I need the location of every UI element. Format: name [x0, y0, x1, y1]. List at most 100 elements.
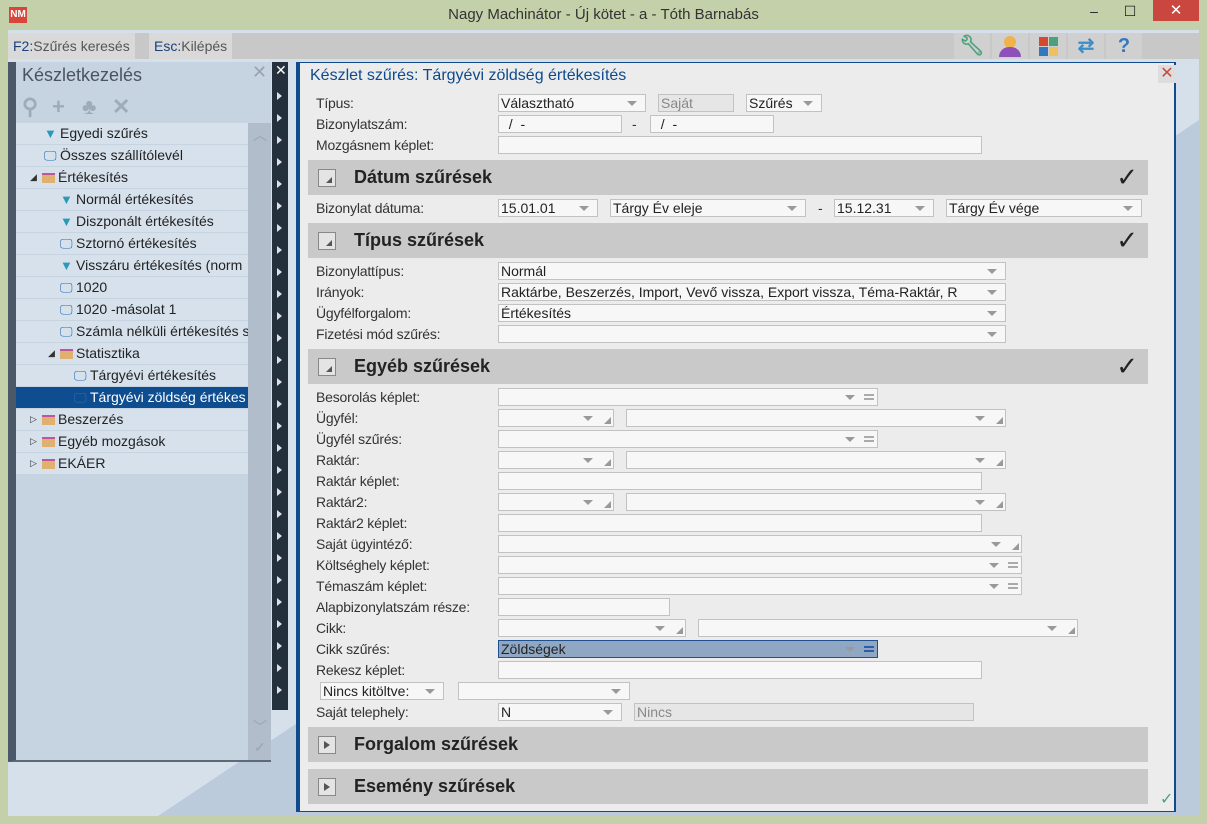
filter-mode-select[interactable]: Szűrés — [746, 94, 822, 112]
section-event-filters[interactable]: Esemény szűrések — [308, 769, 1148, 804]
type-select[interactable]: Választható — [498, 94, 646, 112]
section-type-filters[interactable]: Típus szűrések ✓ — [308, 223, 1148, 258]
tree-item[interactable]: ▼ Normál értékesítés — [16, 189, 248, 210]
expand-arrow-icon[interactable] — [277, 202, 282, 210]
check-icon[interactable]: ✓ — [1116, 162, 1138, 193]
close-icon[interactable]: ✕ — [275, 62, 287, 79]
expand-arrow-icon[interactable] — [277, 554, 282, 562]
formula-icon[interactable] — [1008, 562, 1018, 568]
close-window-button[interactable]: ✕ — [1153, 0, 1199, 21]
check-icon[interactable]: ✓ — [1116, 351, 1138, 382]
section-turnover-filters[interactable]: Forgalom szűrések — [308, 727, 1148, 762]
wrench-icon[interactable]: 🔧︎ — [954, 33, 990, 59]
expand-arrow-icon[interactable] — [277, 180, 282, 188]
formula-icon[interactable] — [864, 394, 874, 400]
expand-arrow-icon[interactable] — [277, 114, 282, 122]
warehouse2-formula-input[interactable] — [498, 514, 982, 532]
expand-arrow-icon[interactable] — [277, 400, 282, 408]
check-icon[interactable]: ✓ — [1116, 225, 1138, 256]
collapse-arrow-icon[interactable]: ◢ — [30, 167, 37, 188]
expand-arrow-icon[interactable] — [277, 686, 282, 694]
search-filter-button[interactable]: F2:Szűrés keresés — [8, 33, 135, 59]
expand-arrow-icon[interactable] — [277, 466, 282, 474]
expand-arrow-icon[interactable] — [277, 598, 282, 606]
movement-formula-input[interactable] — [498, 136, 982, 154]
expand-arrow-icon[interactable] — [277, 488, 282, 496]
expand-arrow-icon[interactable] — [277, 334, 282, 342]
formula-icon[interactable] — [1008, 583, 1018, 589]
own-site-select[interactable]: N — [498, 703, 622, 721]
collapse-toggle[interactable] — [318, 169, 336, 187]
doc-type-select[interactable]: Normál — [498, 262, 1006, 280]
expand-toggle[interactable] — [318, 736, 336, 754]
customer-name-select[interactable] — [626, 409, 1006, 427]
tree-item[interactable]: 🖵︎ 1020 -másolat 1 — [16, 299, 248, 320]
tree-scrollbar[interactable]: ︿ ﹀ ✓ — [248, 123, 271, 760]
tree-item[interactable]: ▷ EKÁER — [16, 453, 248, 474]
expand-arrow-icon[interactable] — [277, 224, 282, 232]
warehouse2-code-select[interactable] — [498, 493, 614, 511]
tree-icon[interactable]: ♣ — [82, 94, 96, 120]
expand-arrow-icon[interactable] — [277, 290, 282, 298]
date-to-relative-select[interactable]: Tárgy Év vége — [946, 199, 1142, 217]
crate-formula-input[interactable] — [498, 661, 982, 679]
expand-arrow-icon[interactable]: ▷ — [30, 453, 37, 474]
expand-arrow-icon[interactable] — [277, 510, 282, 518]
sidebar-close-button[interactable]: ✕ — [252, 62, 267, 83]
warehouse-code-select[interactable] — [498, 451, 614, 469]
collapse-toggle[interactable] — [318, 232, 336, 250]
customer-traffic-select[interactable]: Értékesítés — [498, 304, 1006, 322]
base-doc-number-input[interactable] — [498, 598, 670, 616]
expand-arrow-icon[interactable]: ▷ — [30, 431, 37, 452]
doc-number-from[interactable]: / - — [498, 115, 622, 133]
ok-check-icon[interactable]: ✓ — [1160, 789, 1173, 809]
expand-arrow-icon[interactable] — [277, 576, 282, 584]
expand-arrow-icon[interactable] — [277, 642, 282, 650]
empty-field-target-select[interactable] — [458, 682, 630, 700]
expand-arrow-icon[interactable] — [277, 158, 282, 166]
expand-arrow-icon[interactable] — [277, 268, 282, 276]
customer-filter-select[interactable] — [498, 430, 878, 448]
search-icon[interactable]: ⚲ — [22, 94, 38, 120]
expand-arrow-icon[interactable] — [277, 356, 282, 364]
help-icon[interactable]: ? — [1106, 33, 1142, 59]
item-code-select[interactable] — [498, 619, 686, 637]
cost-center-formula-select[interactable] — [498, 556, 1022, 574]
add-icon[interactable]: + — [52, 94, 65, 120]
expand-arrow-icon[interactable] — [277, 620, 282, 628]
topic-number-formula-select[interactable] — [498, 577, 1022, 595]
expand-arrow-icon[interactable] — [277, 312, 282, 320]
payment-filter-select[interactable] — [498, 325, 1006, 343]
section-date-filters[interactable]: Dátum szűrések ✓ — [308, 160, 1148, 195]
warehouse-formula-input[interactable] — [498, 472, 982, 490]
collapse-arrow-icon[interactable]: ◢ — [48, 343, 55, 364]
item-name-select[interactable] — [698, 619, 1078, 637]
tree-item[interactable]: ◢ Értékesítés — [16, 167, 248, 188]
warehouse2-name-select[interactable] — [626, 493, 1006, 511]
classification-formula-select[interactable] — [498, 388, 878, 406]
maximize-button[interactable]: ☐ — [1113, 0, 1147, 22]
customer-code-select[interactable] — [498, 409, 614, 427]
tree-item[interactable]: 🖵︎ Tárgyévi értékesítés — [16, 365, 248, 386]
date-from-input[interactable]: 15.01.01 — [498, 199, 598, 217]
tree-item[interactable]: ▷ Egyéb mozgások — [16, 431, 248, 452]
collapse-toggle[interactable] — [318, 358, 336, 376]
warehouse-name-select[interactable] — [626, 451, 1006, 469]
tree-item[interactable]: 🖵︎ Számla nélküli értékesítés s — [16, 321, 248, 342]
section-other-filters[interactable]: Egyéb szűrések ✓ — [308, 349, 1148, 384]
expand-toggle[interactable] — [318, 778, 336, 796]
expand-arrow-icon[interactable] — [277, 444, 282, 452]
expand-arrow-icon[interactable] — [277, 246, 282, 254]
tree-item[interactable]: 🖵︎ Összes szállítólevél — [16, 145, 248, 166]
expand-arrow-icon[interactable] — [277, 532, 282, 540]
tree-item[interactable]: ◢ Statisztika — [16, 343, 248, 364]
tree-item[interactable]: ▼ Egyedi szűrés — [16, 123, 248, 144]
tree-item[interactable]: 🖵︎ Sztornó értékesítés — [16, 233, 248, 254]
expand-arrow-icon[interactable] — [277, 664, 282, 672]
item-filter-select[interactable]: Zöldségek — [498, 640, 878, 658]
minimize-button[interactable]: ‒ — [1077, 0, 1111, 22]
exit-button[interactable]: Esc:Kilépés — [149, 33, 233, 59]
user-icon[interactable] — [992, 33, 1028, 59]
tree-item[interactable]: ▷ Beszerzés — [16, 409, 248, 430]
panel-close-button[interactable]: ✕ — [1158, 65, 1176, 83]
